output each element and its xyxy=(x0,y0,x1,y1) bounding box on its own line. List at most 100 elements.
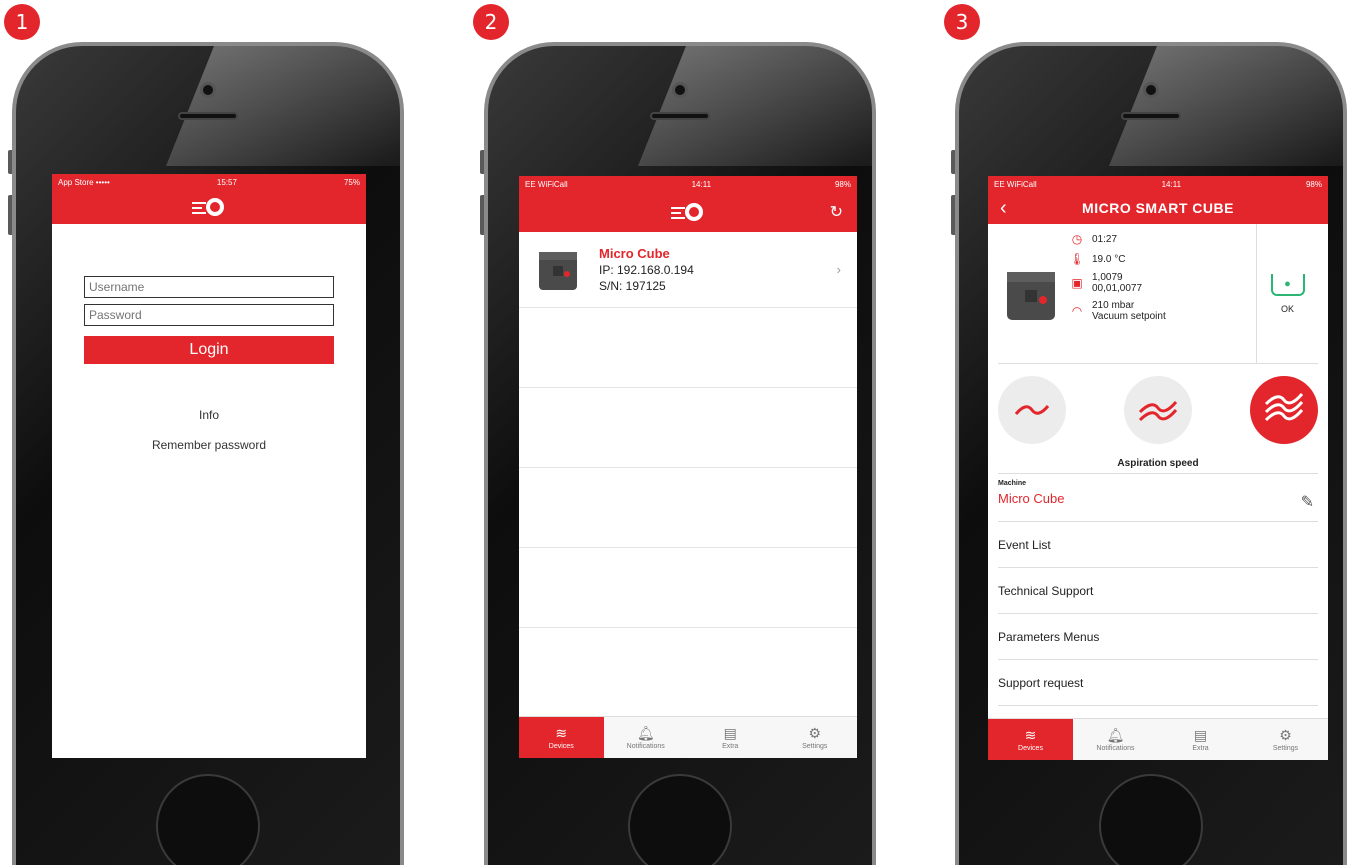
counter-icon: ▣ xyxy=(1071,276,1083,290)
empty-list-row xyxy=(519,308,857,388)
tab-label: Notifications xyxy=(1096,745,1135,752)
status-battery: 98% xyxy=(834,179,851,189)
vacuum-value: 210 mbar xyxy=(1092,300,1135,311)
vacuum-label: Vacuum setpoint xyxy=(1092,311,1166,322)
menu-item-event-list[interactable]: Event List xyxy=(998,522,1318,568)
tab-settings[interactable]: ⚙ Settings xyxy=(1243,719,1328,760)
tab-label: Notifications xyxy=(626,743,665,750)
tab-settings[interactable]: ⚙ Settings xyxy=(773,717,858,758)
gauge-icon: ◠ xyxy=(1071,304,1083,318)
tab-label: Extra xyxy=(1192,745,1209,752)
tab-label: Settings xyxy=(1272,745,1299,752)
speaker xyxy=(178,112,238,120)
menu-item-support-request[interactable]: Support request xyxy=(998,660,1318,706)
bell-icon: 🔔︎ xyxy=(636,725,655,741)
remember-password-link[interactable]: Remember password xyxy=(52,438,366,452)
device-ip: IP: 192.168.0.194 xyxy=(599,262,694,277)
thermometer-icon: 🌡︎ xyxy=(1069,252,1085,266)
tab-notifications[interactable]: 🔔︎ Notifications xyxy=(1073,719,1158,760)
step-badge-1: 1 xyxy=(4,4,40,40)
status-left: App Store ••••• xyxy=(58,177,110,187)
tab-extra[interactable]: ▤ Extra xyxy=(1158,719,1243,760)
tab-label: Devices xyxy=(1018,745,1043,752)
tank-status-label: OK xyxy=(1280,303,1294,314)
tab-devices[interactable]: ≋ Devices xyxy=(988,719,1073,760)
bell-icon: 🔔︎ xyxy=(1106,727,1125,743)
status-battery: 75% xyxy=(343,177,360,187)
app-logo-icon xyxy=(192,196,226,218)
login-button[interactable]: Login xyxy=(84,336,334,364)
temperature-value: 19.0 °C xyxy=(1092,253,1126,265)
devices-screen: EE WiFiCall 14:11 98% ↻ Micro Cube IP: 1… xyxy=(519,176,857,758)
tab-extra[interactable]: ▤ Extra xyxy=(688,717,773,758)
clock-icon: ◷ xyxy=(1071,232,1083,246)
gear-icon: ⚙ xyxy=(1279,727,1292,743)
password-field[interactable] xyxy=(84,304,334,326)
status-left: EE WiFiCall xyxy=(525,179,568,189)
chevron-right-icon: › xyxy=(836,262,841,277)
counter-line-1: 1,0079 xyxy=(1092,272,1123,283)
status-left: EE WiFiCall xyxy=(994,179,1037,189)
printer-icon: ▤ xyxy=(723,725,737,741)
device-list-item[interactable]: Micro Cube IP: 192.168.0.194 S/N: 197125… xyxy=(519,232,857,308)
tab-bar: ≋ Devices 🔔︎ Notifications ▤ Extra ⚙ Setting… xyxy=(519,716,857,758)
status-time: 15:57 xyxy=(216,177,237,187)
device-image xyxy=(539,251,577,290)
status-battery: 98% xyxy=(1305,179,1322,189)
status-bar: EE WiFiCall 14:11 98% xyxy=(519,176,857,192)
speaker xyxy=(1121,112,1181,120)
step-badge-2: 2 xyxy=(473,4,509,40)
refresh-icon[interactable]: ↻ xyxy=(830,202,843,222)
aspiration-speed-selector xyxy=(988,364,1328,444)
speed-medium-button[interactable] xyxy=(1124,376,1192,444)
app-bar: ‹ MICRO SMART CUBE xyxy=(988,192,1328,224)
step-badge-3: 3 xyxy=(944,4,980,40)
printer-icon: ▤ xyxy=(1193,727,1208,743)
status-time: 14:11 xyxy=(691,179,712,189)
speaker xyxy=(650,112,710,120)
back-arrow-icon[interactable]: ‹ xyxy=(1000,197,1007,220)
home-button[interactable] xyxy=(628,774,732,865)
device-detail-screen: EE WiFiCall 14:11 98% ‹ MICRO SMART CUBE… xyxy=(988,176,1328,760)
login-form: Login xyxy=(52,224,366,364)
tab-notifications[interactable]: 🔔︎ Notifications xyxy=(604,717,689,758)
tab-devices[interactable]: ≋ Devices xyxy=(519,717,604,758)
wifi-icon: ≋ xyxy=(555,725,568,741)
counter-line-2: 00,01,0077 xyxy=(1092,283,1143,294)
speed-low-button[interactable] xyxy=(998,376,1066,444)
empty-list-row xyxy=(519,548,857,628)
app-bar xyxy=(52,190,366,224)
device-image xyxy=(1007,271,1055,320)
camera xyxy=(1143,82,1159,98)
username-field[interactable] xyxy=(84,276,334,298)
empty-list-row xyxy=(519,468,857,548)
speed-high-button[interactable] xyxy=(1250,376,1318,444)
time-value: 01:27 xyxy=(1092,233,1118,245)
phone-frame-2: EE WiFiCall 14:11 98% ↻ Micro Cube IP: 1… xyxy=(484,42,876,865)
status-bar: App Store ••••• 15:57 75% xyxy=(52,174,366,190)
tab-label: Extra xyxy=(722,743,739,750)
menu-item-technical-support[interactable]: Technical Support xyxy=(998,568,1318,614)
menu-item-parameters-menus[interactable]: Parameters Menus xyxy=(998,614,1318,660)
tab-label: Devices xyxy=(548,743,574,750)
device-status-block: ◷ 01:27 🌡︎ 19.0 °C ▣ 1,0079 00,01,0077 ◠ 21… xyxy=(998,224,1318,364)
app-logo-icon xyxy=(671,201,705,223)
device-name: Micro Cube xyxy=(599,245,670,261)
info-link[interactable]: Info xyxy=(52,408,366,422)
camera xyxy=(672,82,688,98)
status-bar: EE WiFiCall 14:11 98% xyxy=(988,176,1328,192)
gear-icon: ⚙ xyxy=(808,725,822,741)
camera xyxy=(200,82,216,98)
login-screen: App Store ••••• 15:57 75% Login Info Rem… xyxy=(52,174,366,758)
wifi-icon: ≋ xyxy=(1024,727,1037,743)
home-button[interactable] xyxy=(1099,774,1203,865)
aspiration-speed-label: Aspiration speed xyxy=(998,458,1318,474)
screen-title: MICRO SMART CUBE xyxy=(1082,200,1234,216)
edit-pencil-icon[interactable]: ✎ xyxy=(1301,492,1314,512)
tank-status: ● OK xyxy=(1256,224,1318,363)
device-serial: S/N: 197125 xyxy=(599,278,666,293)
phone-frame-3: EE WiFiCall 14:11 98% ‹ MICRO SMART CUBE… xyxy=(955,42,1347,865)
machine-name-field: Machine Micro Cube ✎ xyxy=(998,480,1318,522)
machine-name: Micro Cube xyxy=(998,491,1065,506)
home-button[interactable] xyxy=(156,774,260,865)
